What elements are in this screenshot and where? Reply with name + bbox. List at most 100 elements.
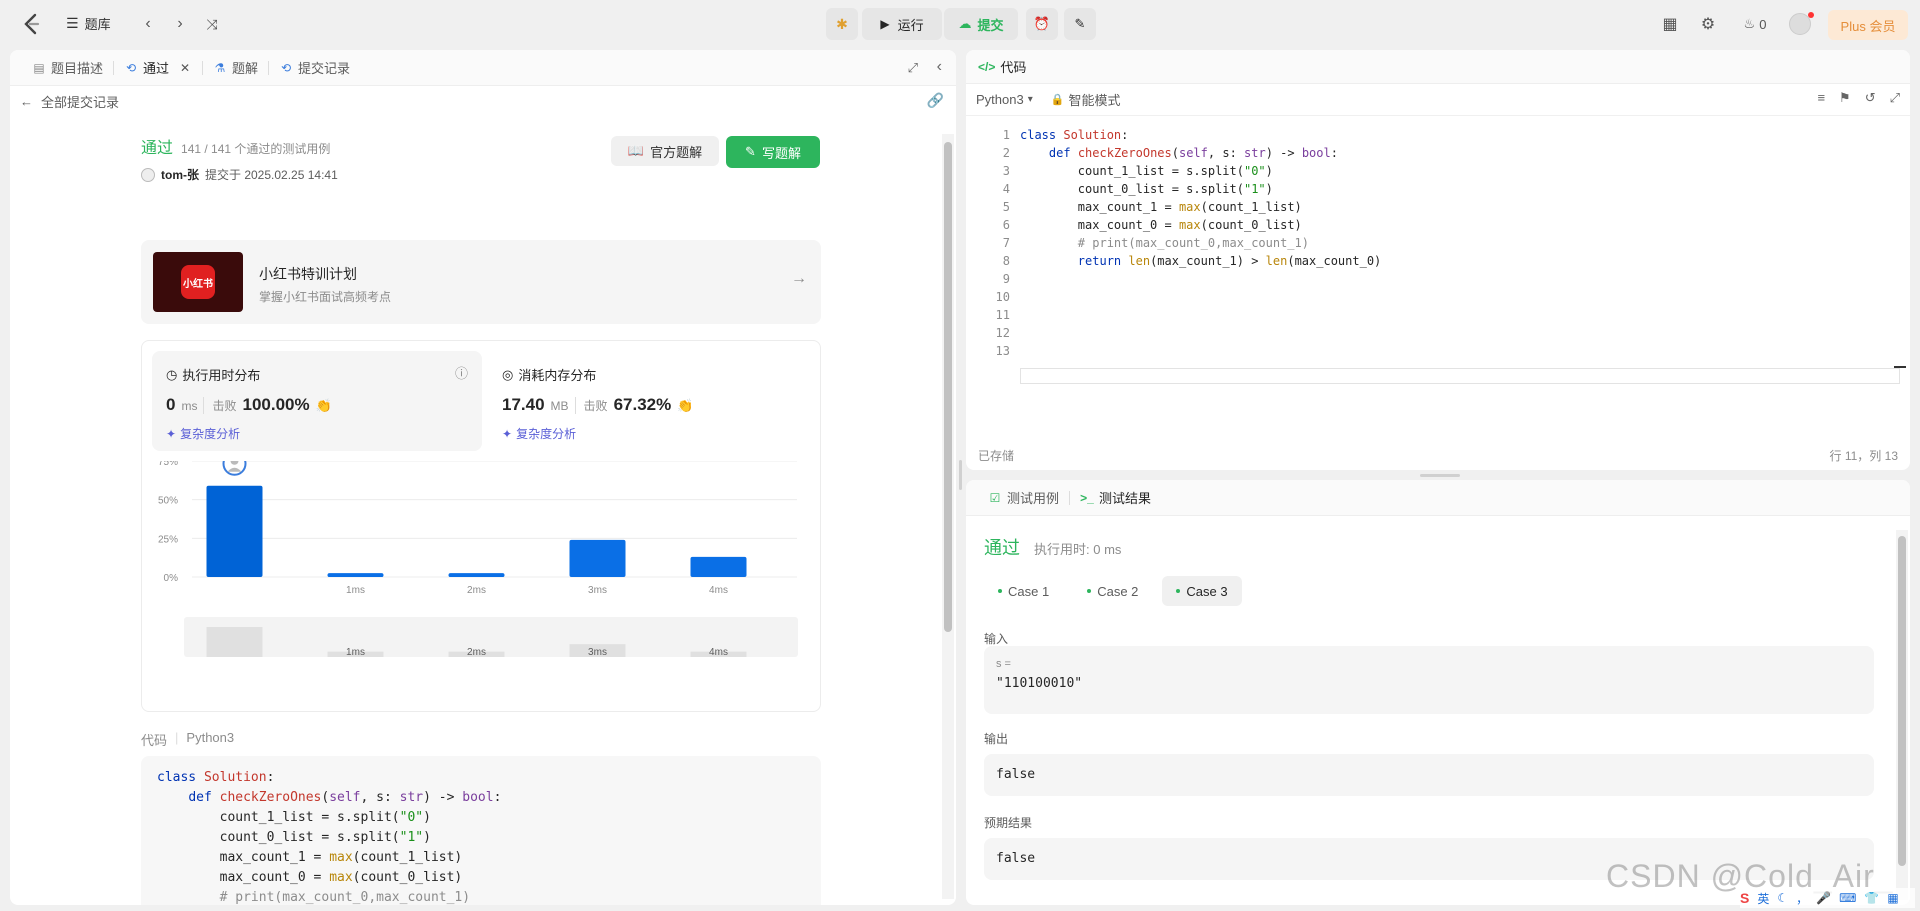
accepted-status: 通过 <box>141 140 174 157</box>
horizontal-resize-handle[interactable] <box>1420 474 1460 477</box>
case-tab-3[interactable]: Case 3 <box>1162 576 1242 606</box>
layout-icon[interactable]: ▦ <box>1660 14 1680 34</box>
author-name[interactable]: tom-张 <box>161 166 199 183</box>
code-editor[interactable]: 1 class Solution: 2 def checkZeroOnes(self… <box>966 120 1910 420</box>
share-link-icon[interactable]: 🔗 <box>927 92 944 109</box>
memory-card[interactable]: ◎ 消耗内存分布 17.40 MB 击败 67.32% 👏 ✦ 复杂度分析 <box>488 351 808 451</box>
memory-title-row: ◎ 消耗内存分布 <box>502 365 596 384</box>
code-tabbar: </> 代码 <box>966 50 1910 84</box>
run-button[interactable]: ▶ 运行 <box>862 8 942 40</box>
shuffle-icon[interactable]: ⤨ <box>202 12 222 36</box>
line-number: 13 <box>995 344 1010 358</box>
saved-status: 已存储 <box>978 449 1015 463</box>
output-box[interactable]: false <box>984 754 1874 796</box>
overview-cursor <box>1894 366 1906 368</box>
bar[interactable] <box>448 573 505 577</box>
plus-member-button[interactable]: Plus 会员 <box>1828 10 1908 40</box>
problem-bank-button[interactable]: ☰ 题库 <box>66 14 111 33</box>
code-line[interactable]: count_1_list = s.split("0") <box>1020 164 1273 178</box>
tab-description[interactable]: ▤ 题目描述 <box>22 50 113 86</box>
code-line[interactable]: return len(max_count_1) > len(max_count_… <box>1020 254 1381 268</box>
code-line[interactable]: count_0_list = s.split("1") <box>1020 182 1273 196</box>
code-label-row: 代码 | Python3 <box>141 730 235 748</box>
language-select[interactable]: Python3 ▾ <box>976 92 1033 107</box>
settings-gear-icon[interactable]: ⚙ <box>1698 14 1718 34</box>
streak-counter[interactable]: ♨ 0 <box>1738 14 1772 34</box>
debug-button[interactable]: ✱ <box>826 8 858 40</box>
write-solution-button[interactable]: ✎ 写题解 <box>726 136 820 168</box>
case-tab-2[interactable]: Case 2 <box>1073 576 1152 606</box>
back-to-submissions[interactable]: ← 全部提交记录 <box>20 92 119 111</box>
code-tab-title[interactable]: 代码 <box>1000 57 1026 76</box>
code-editor-panel: </> 代码 Python3 ▾ 🔒 智能模式 ≡ ⚑ ↺ ⤢ 1 class S… <box>966 50 1910 470</box>
runtime-distribution-chart[interactable]: 75% 50% 25% 0% 1ms 2ms 3ms 4ms 1ms 2ms 3ms 4ms <box>142 461 822 711</box>
left-scrollbar-thumb[interactable] <box>944 142 952 632</box>
close-icon[interactable]: ✕ <box>178 61 192 75</box>
code-line[interactable]: class Solution: <box>1020 128 1128 142</box>
y-tick-label: 50% <box>158 496 178 507</box>
leetcode-logo-icon[interactable] <box>20 12 44 36</box>
keyboard-icon[interactable]: ⌨ <box>1839 891 1856 905</box>
author-avatar[interactable] <box>141 167 155 182</box>
promo-card[interactable]: 小红书 小红书特训计划 掌握小红书面试高频考点 → <box>141 240 821 324</box>
grid-icon[interactable]: ▦ <box>1887 891 1898 905</box>
cloud-upload-icon: ☁ <box>958 16 972 31</box>
vertical-resize-handle[interactable] <box>959 460 962 490</box>
submit-button[interactable]: ☁ 提交 <box>944 8 1018 40</box>
line-number: 8 <box>1002 254 1010 268</box>
memory-complexity-link[interactable]: ✦ 复杂度分析 <box>502 425 576 442</box>
code-line[interactable]: max_count_0 = max(count_0_list) <box>1020 218 1302 232</box>
x-tick-label: 2ms <box>467 585 486 596</box>
status-dot <box>1087 589 1092 593</box>
comma-icon[interactable]: ， <box>1796 890 1808 907</box>
alarm-clock-icon: ⏰ <box>1033 16 1051 31</box>
code-line[interactable]: max_count_1 = max(count_1_list) <box>1020 200 1302 214</box>
user-avatar[interactable] <box>1788 12 1814 36</box>
streak-count: 0 <box>1759 16 1767 32</box>
expand-icon[interactable]: ⤢ <box>908 60 918 76</box>
tab-submissions[interactable]: ⟲ 提交记录 <box>269 50 360 86</box>
input-box[interactable]: s = "110100010" <box>984 646 1874 714</box>
bar[interactable] <box>206 485 263 577</box>
code-line[interactable]: def checkZeroOnes(self, s: str) -> bool: <box>1020 146 1338 160</box>
shirt-icon[interactable]: 👕 <box>1864 891 1879 905</box>
line-number: 2 <box>1002 146 1010 160</box>
submitted-code-block[interactable]: class Solution: def checkZeroOnes(self, … <box>141 756 821 905</box>
bookmark-icon[interactable]: ⚑ <box>1839 90 1851 106</box>
tab-accepted[interactable]: ⟲ 通过 ✕ <box>114 50 202 86</box>
top-navbar: ☰ 题库 ‹ › ⤨ ✱ ▶ 运行 ☁ 提交 ⏰ ✎ ▦ ⚙ ♨ 0 Plus … <box>0 0 1920 48</box>
reset-icon[interactable]: ↺ <box>1865 90 1876 106</box>
next-problem-icon[interactable]: › <box>170 12 190 36</box>
ime-lang[interactable]: 英 <box>1757 890 1769 907</box>
memory-beat-pct: 67.32% <box>613 395 672 414</box>
collapse-left-icon[interactable]: ‹ <box>937 58 942 76</box>
code-line[interactable]: # print(max_count_0,max_count_1) <box>1020 236 1309 250</box>
arrow-left-icon: ← <box>20 94 33 109</box>
info-icon[interactable]: ⓘ <box>455 363 468 382</box>
bar[interactable] <box>569 539 626 577</box>
timer-button[interactable]: ⏰ <box>1026 8 1058 40</box>
tab-testcases[interactable]: ☑ 测试用例 <box>978 480 1069 516</box>
line-number: 7 <box>1002 236 1010 250</box>
bar[interactable] <box>690 556 747 577</box>
lock-icon: 🔒 <box>1050 94 1065 106</box>
official-solution-button[interactable]: 📖 官方题解 <box>611 136 719 166</box>
tab-test-results[interactable]: >_ 测试结果 <box>1070 480 1161 516</box>
runtime-card[interactable]: ◷ 执行用时分布 ⓘ 0 ms 击败 100.00% 👏 ✦ 复杂度分析 <box>152 351 482 451</box>
tab-solutions[interactable]: ⚗ 题解 <box>203 50 268 86</box>
format-icon[interactable]: ≡ <box>1817 90 1825 106</box>
note-button[interactable]: ✎ <box>1064 8 1096 40</box>
bar[interactable] <box>327 573 384 577</box>
promo-subtitle: 掌握小红书面试高频考点 <box>259 290 392 304</box>
test-scrollbar-thumb[interactable] <box>1898 536 1906 866</box>
prev-problem-icon[interactable]: ‹ <box>138 12 158 36</box>
runtime-complexity-link[interactable]: ✦ 复杂度分析 <box>166 425 240 442</box>
input-var: s = <box>996 658 1011 670</box>
smart-mode-toggle[interactable]: 🔒 智能模式 <box>1051 90 1121 109</box>
fullscreen-icon[interactable]: ⤢ <box>1890 90 1900 106</box>
promo-image: 小红书 <box>153 252 243 312</box>
mic-icon[interactable]: 🎤 <box>1816 891 1831 905</box>
moon-icon[interactable]: ☾ <box>1777 891 1788 905</box>
case-tab-1[interactable]: Case 1 <box>984 576 1063 606</box>
cases-passed: 141 / 141 个通过的测试用例 <box>181 142 331 156</box>
